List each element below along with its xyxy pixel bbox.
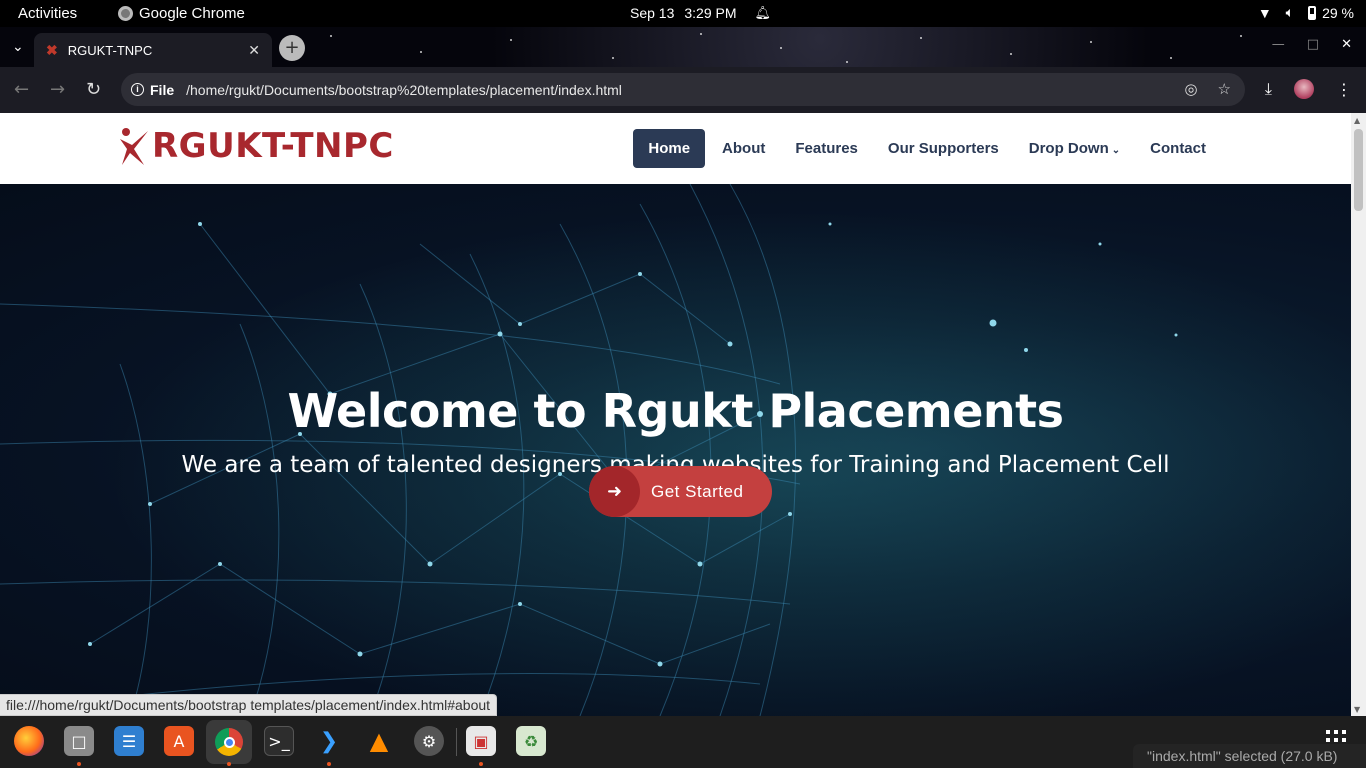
site-header: RGUKT-TNPC Home About Features Our Suppo… <box>0 113 1351 184</box>
battery-icon <box>1308 5 1317 20</box>
tab-close-icon[interactable]: ✕ <box>248 42 260 59</box>
close-window-icon[interactable]: ✕ <box>1341 37 1352 52</box>
browser-toolbar: ← → ↻ i File /home/rgukt/Documents/boots… <box>0 67 1366 113</box>
window-controls: — □ ✕ <box>1272 37 1352 52</box>
chevron-down-icon: ⌄ <box>1111 145 1121 156</box>
date-label: Sep 13 <box>630 5 675 21</box>
chrome-small-icon <box>118 6 133 21</box>
get-started-button[interactable]: ➜ Get Started <box>589 466 772 517</box>
site-favicon-icon: ✖ <box>46 41 58 58</box>
main-nav: Home About Features Our Supporters Drop … <box>633 129 1221 168</box>
site-logo[interactable]: RGUKT-TNPC <box>118 125 394 167</box>
info-icon: i <box>131 83 144 96</box>
tab-search-chevron-icon[interactable]: ⌄ <box>12 39 24 55</box>
reload-icon[interactable]: ↻ <box>86 79 101 100</box>
network-globe-background <box>0 184 1351 716</box>
volume-icon: 🔈︎ <box>1285 4 1295 20</box>
nav-about[interactable]: About <box>707 129 780 168</box>
system-tray[interactable]: ▼ 🔈︎ 29 % <box>1258 4 1354 21</box>
url-text[interactable]: /home/rgukt/Documents/bootstrap%20templa… <box>186 82 622 98</box>
scroll-up-icon[interactable]: ▲ <box>1354 116 1360 125</box>
profile-avatar[interactable] <box>1294 79 1314 99</box>
chrome-icon[interactable] <box>206 720 252 764</box>
battery-label: 29 % <box>1322 4 1354 21</box>
page-scrollbar[interactable]: ▲ ▼ <box>1351 113 1366 716</box>
app-name-label: Google Chrome <box>139 5 245 22</box>
screenshot-icon[interactable]: ▣ <box>466 726 496 756</box>
forward-icon[interactable]: → <box>50 79 65 100</box>
wifi-icon: ▼ <box>1257 4 1272 21</box>
nav-our-supporters[interactable]: Our Supporters <box>873 129 1014 168</box>
new-tab-button[interactable]: + <box>279 35 305 61</box>
text-editor-icon[interactable]: ☰ <box>114 726 144 756</box>
tab-strip: ⌄ ✖ RGUKT-TNPC ✕ + — □ ✕ <box>0 27 1366 67</box>
nav-drop-down-label: Drop Down <box>1028 140 1109 157</box>
nav-home[interactable]: Home <box>633 129 706 168</box>
app-center-icon[interactable]: A <box>164 726 194 756</box>
brand-name: RGUKT-TNPC <box>152 126 394 166</box>
files-icon[interactable]: □ <box>64 726 94 756</box>
scrollbar-thumb[interactable] <box>1354 129 1363 211</box>
site-info-button[interactable]: i File <box>131 82 186 98</box>
vlc-icon[interactable]: ▲ <box>364 726 394 756</box>
back-icon[interactable]: ← <box>14 79 29 100</box>
minimize-icon[interactable]: — <box>1272 37 1285 52</box>
address-bar[interactable]: i File /home/rgukt/Documents/bootstrap%2… <box>121 73 1245 106</box>
vscode-icon[interactable]: ❯ <box>314 726 344 756</box>
battery-indicator: 29 % <box>1308 5 1354 21</box>
scroll-down-icon[interactable]: ▼ <box>1354 705 1360 714</box>
hero-section: Welcome to Rgukt Placements We are a tea… <box>0 184 1351 716</box>
tab-rgukt-tnpc[interactable]: ✖ RGUKT-TNPC ✕ <box>34 33 272 67</box>
get-started-label: Get Started <box>651 481 744 501</box>
nav-drop-down[interactable]: Drop Down ⌄ <box>1014 129 1135 168</box>
logo-figure-icon <box>120 128 148 165</box>
arrow-right-icon: ➜ <box>589 466 640 517</box>
file-selected-notification: "index.html" selected (27.0 kB) <box>1133 744 1366 768</box>
maximize-icon[interactable]: □ <box>1307 37 1319 52</box>
activities-button[interactable]: Activities <box>18 5 77 22</box>
tab-title: RGUKT-TNPC <box>67 42 153 58</box>
app-menu[interactable]: Google Chrome <box>118 5 245 22</box>
chrome-menu-icon[interactable]: ⋮ <box>1336 80 1352 99</box>
terminal-icon[interactable]: >_ <box>264 726 294 756</box>
clock[interactable]: Sep 13 3:29 PM 🔔︎ <box>630 5 771 21</box>
eye-off-icon[interactable]: ◎ <box>1184 80 1197 98</box>
scheme-label: File <box>150 81 175 98</box>
settings-icon[interactable]: ⚙ <box>414 726 444 756</box>
nav-features[interactable]: Features <box>780 129 873 168</box>
nav-contact[interactable]: Contact <box>1135 129 1221 168</box>
download-icon[interactable]: ⤓ <box>1265 79 1272 99</box>
chrome-logo-icon <box>215 728 243 756</box>
bookmark-star-icon[interactable]: ☆ <box>1218 80 1231 98</box>
system-top-bar: Activities Google Chrome Sep 13 3:29 PM … <box>0 0 1366 27</box>
time-label: 3:29 PM <box>684 5 737 21</box>
link-status-bubble: file:///home/rgukt/Documents/bootstrap t… <box>0 694 498 716</box>
firefox-icon[interactable] <box>14 726 44 756</box>
hero-title: Welcome to Rgukt Placements <box>287 384 1064 438</box>
trash-icon[interactable]: ♻ <box>516 726 546 756</box>
web-page: RGUKT-TNPC Home About Features Our Suppo… <box>0 113 1351 716</box>
bell-icon: 🔔︎ <box>754 5 772 20</box>
